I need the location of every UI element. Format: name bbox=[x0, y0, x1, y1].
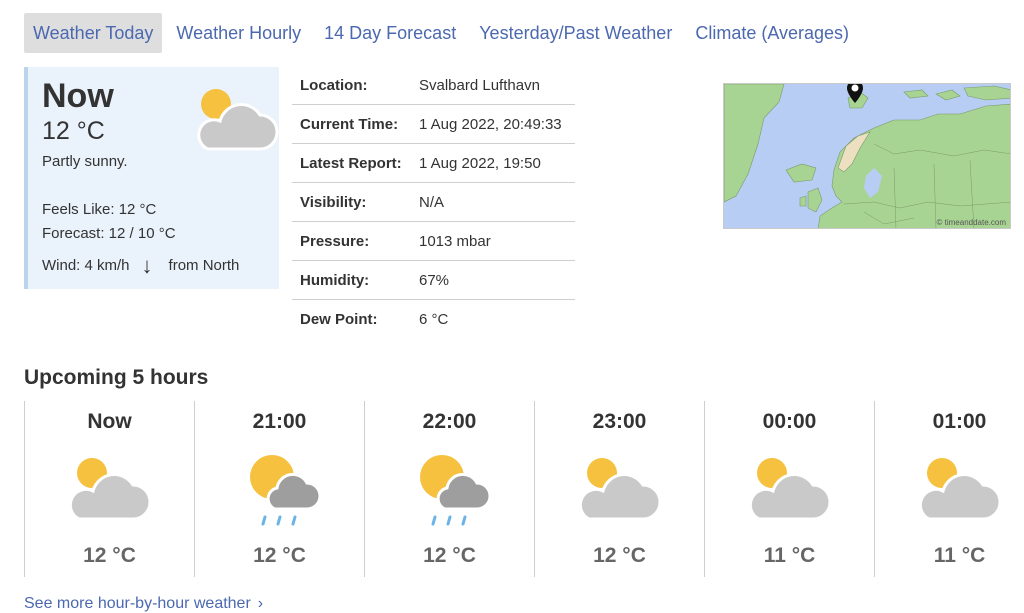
hour-time: Now bbox=[87, 410, 132, 433]
detail-label: Location: bbox=[300, 76, 368, 94]
hour-temperature: 12 °C bbox=[253, 544, 306, 567]
hourly-weather-link-label: See more hour-by-hour weather bbox=[24, 595, 251, 612]
hour-time: 01:00 bbox=[932, 410, 987, 433]
detail-row-current-time: Current Time: 1 Aug 2022, 20:49:33 bbox=[292, 105, 575, 144]
tab-climate[interactable]: Climate (Averages) bbox=[686, 13, 858, 53]
hour-temperature: 11 °C bbox=[763, 544, 816, 567]
partly-sunny-icon bbox=[190, 77, 280, 162]
detail-row-pressure: Pressure: 1013 mbar bbox=[292, 222, 575, 261]
hour-card-21: 21:00 12 °C bbox=[194, 401, 364, 577]
tab-bar: Weather Today Weather Hourly 14 Day Fore… bbox=[24, 13, 863, 53]
location-map[interactable]: © timeanddate.com bbox=[723, 83, 1011, 229]
wind-arrow-icon: ↓ bbox=[141, 253, 153, 278]
hour-card-00: 00:00 11 °C bbox=[704, 401, 874, 577]
current-weather-card: Now 12 °C Partly sunny. Feels Like: 12 °… bbox=[24, 67, 279, 289]
detail-row-humidity: Humidity: 67% bbox=[292, 261, 575, 300]
map-image bbox=[724, 84, 1010, 228]
detail-value: 1013 mbar bbox=[419, 232, 491, 250]
hourly-weather-link[interactable]: See more hour-by-hour weather › bbox=[24, 595, 263, 613]
current-temperature: 12 °C bbox=[42, 117, 105, 145]
detail-label: Latest Report: bbox=[300, 154, 402, 172]
location-pin-icon bbox=[846, 84, 864, 116]
hour-card-now: Now 12 °C bbox=[24, 401, 194, 577]
tab-weather-hourly[interactable]: Weather Hourly bbox=[167, 13, 310, 53]
detail-row-visibility: Visibility: N/A bbox=[292, 183, 575, 222]
hour-time: 00:00 bbox=[762, 410, 817, 433]
hour-temperature: 11 °C bbox=[933, 544, 986, 567]
upcoming-hours-list: Now 12 °C 21:00 12 °C 22:00 12 °C 23:00 … bbox=[24, 401, 1024, 577]
feels-like-text: Feels Like: 12 °C bbox=[42, 201, 157, 218]
detail-row-latest-report: Latest Report: 1 Aug 2022, 19:50 bbox=[292, 144, 575, 183]
wind-direction: from North bbox=[168, 257, 240, 274]
detail-value: Svalbard Lufthavn bbox=[419, 76, 540, 94]
hour-time: 22:00 bbox=[422, 410, 477, 433]
tab-weather-today[interactable]: Weather Today bbox=[24, 13, 163, 53]
partly-sunny-icon bbox=[575, 453, 665, 528]
hour-card-01: 01:00 11 °C bbox=[874, 401, 1024, 577]
wind-text: Wind: 4 km/h bbox=[42, 257, 130, 274]
detail-label: Dew Point: bbox=[300, 311, 378, 328]
partly-sunny-icon bbox=[745, 453, 835, 528]
detail-row-location: Location: Svalbard Lufthavn bbox=[292, 66, 575, 105]
partly-sunny-icon bbox=[915, 453, 1005, 528]
hour-temperature: 12 °C bbox=[593, 544, 646, 567]
detail-value: 6 °C bbox=[419, 311, 449, 328]
detail-label: Current Time: bbox=[300, 115, 399, 133]
detail-label: Humidity: bbox=[300, 271, 370, 289]
tab-14-day-forecast[interactable]: 14 Day Forecast bbox=[315, 13, 465, 53]
wind-row: Wind: 4 km/h ↓ from North bbox=[42, 253, 239, 279]
forecast-text: Forecast: 12 / 10 °C bbox=[42, 225, 176, 242]
detail-value: 1 Aug 2022, 20:49:33 bbox=[419, 115, 562, 133]
tab-past-weather[interactable]: Yesterday/Past Weather bbox=[470, 13, 681, 53]
upcoming-hours-title: Upcoming 5 hours bbox=[24, 366, 209, 389]
sun-rain-icon bbox=[235, 453, 325, 534]
hour-temperature: 12 °C bbox=[423, 544, 476, 567]
hour-card-22: 22:00 12 °C bbox=[364, 401, 534, 577]
partly-sunny-icon bbox=[65, 453, 155, 528]
detail-row-dew-point: Dew Point: 6 °C bbox=[292, 300, 575, 339]
hour-temperature: 12 °C bbox=[83, 544, 136, 567]
detail-value: 67% bbox=[419, 271, 450, 289]
hour-time: 23:00 bbox=[592, 410, 647, 433]
detail-value: N/A bbox=[419, 193, 445, 211]
weather-description: Partly sunny. bbox=[42, 153, 128, 170]
detail-label: Pressure: bbox=[300, 232, 370, 250]
map-credit: © timeanddate.com bbox=[936, 218, 1006, 227]
hour-card-23: 23:00 12 °C bbox=[534, 401, 704, 577]
sun-rain-icon bbox=[405, 453, 495, 534]
detail-value: 1 Aug 2022, 19:50 bbox=[419, 154, 541, 172]
now-title: Now bbox=[42, 77, 114, 115]
chevron-right-icon: › bbox=[257, 595, 264, 612]
hour-time: 21:00 bbox=[252, 410, 307, 433]
weather-details-table: Location: Svalbard Lufthavn Current Time… bbox=[292, 66, 575, 339]
detail-label: Visibility: bbox=[300, 193, 367, 211]
